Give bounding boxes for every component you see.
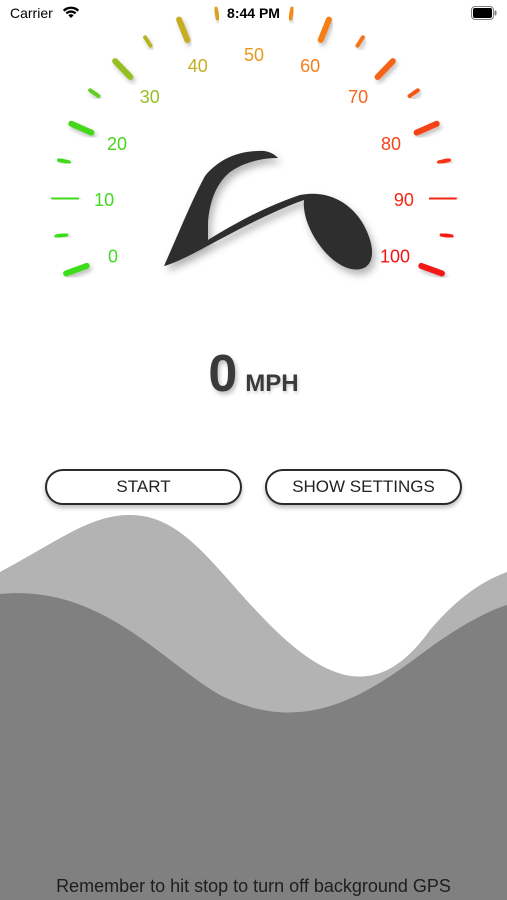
gauge-major-tick [63, 262, 90, 277]
gauge-major-tick [413, 120, 440, 136]
gauge-label: 40 [188, 56, 208, 76]
gauge-major-tick [176, 16, 191, 43]
gauge-label: 30 [140, 87, 160, 107]
speed-value: 0 [208, 345, 238, 403]
gauge-minor-tick [213, 6, 220, 21]
gauge-needle [164, 150, 373, 270]
gauge-label: 90 [394, 190, 414, 210]
gauge-minor-tick [355, 35, 365, 48]
gauge-minor-tick [288, 6, 295, 21]
gauge-minor-tick [57, 158, 71, 165]
gauge-minor-tick [143, 35, 153, 48]
gauge-label: 100 [380, 246, 410, 266]
start-button[interactable]: START [45, 469, 242, 505]
gauge-minor-tick [437, 158, 451, 165]
gauge-major-tick [317, 16, 332, 43]
gauge-label: 50 [244, 45, 264, 65]
gauge-major-tick [374, 58, 396, 80]
background-waves [0, 515, 507, 900]
gauge-major-tick [112, 58, 134, 80]
gauge-major-tick [51, 195, 80, 202]
gauge-minor-tick [439, 232, 454, 239]
gauge-minor-tick [88, 88, 101, 98]
speed-readout: 0 MPH [0, 344, 507, 408]
speed-unit: MPH [245, 370, 299, 397]
gauge-label: 20 [107, 134, 127, 154]
gauge-major-tick [428, 195, 457, 202]
gauge-label: 70 [348, 87, 368, 107]
gauge-label: 60 [300, 56, 320, 76]
gauge-major-tick [68, 120, 95, 136]
gauge-minor-tick [54, 232, 69, 239]
speedometer-gauge: 0 10 20 30 40 50 60 70 80 90 100 [51, 2, 457, 277]
gauge-label: 10 [94, 190, 114, 210]
gps-reminder-text: Remember to hit stop to turn off backgro… [56, 876, 451, 896]
gauge-minor-tick [407, 88, 420, 98]
gauge-major-tick [418, 262, 445, 277]
show-settings-button[interactable]: SHOW SETTINGS [265, 469, 462, 505]
gauge-label: 80 [381, 134, 401, 154]
gauge-label: 0 [108, 246, 118, 266]
